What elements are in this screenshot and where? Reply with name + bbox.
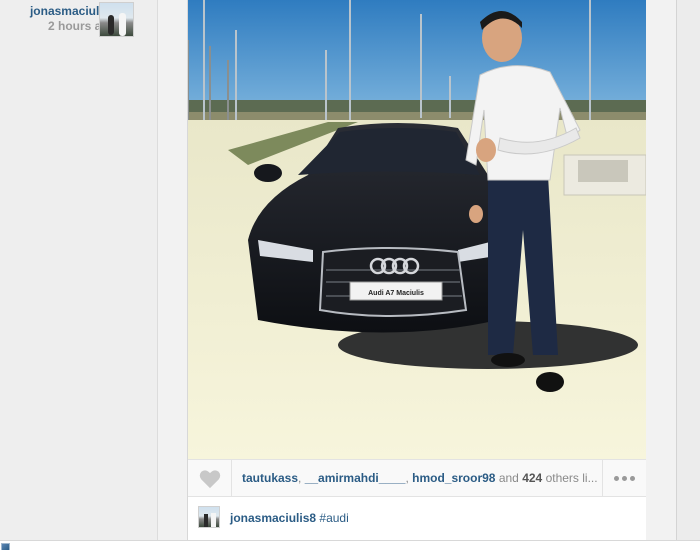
author-avatar[interactable] bbox=[99, 2, 134, 37]
avatar-figure bbox=[211, 513, 216, 527]
bottom-strip bbox=[0, 540, 700, 550]
right-gutter bbox=[646, 0, 676, 540]
caption-row: jonasmaciulis8 #audi bbox=[188, 497, 646, 540]
more-options-button[interactable] bbox=[602, 460, 646, 497]
caption: jonasmaciulis8 #audi bbox=[230, 511, 349, 525]
image-icon bbox=[1, 543, 10, 550]
more-options-icon bbox=[614, 476, 619, 481]
post-photo[interactable]: Audi A7 Maciulis bbox=[188, 0, 646, 459]
liker-link[interactable]: tautukass bbox=[242, 471, 298, 485]
like-button[interactable] bbox=[188, 460, 232, 497]
post-card: Audi A7 Maciulis tautukass, __amirmahdi_… bbox=[187, 0, 646, 540]
likes-summary: tautukass, __amirmahdi____, hmod_sroor98… bbox=[242, 471, 598, 485]
avatar-figure bbox=[119, 13, 126, 36]
avatar-figure bbox=[108, 15, 114, 35]
post-meta-column: jonasmaciulis8 2 hours ago bbox=[0, 0, 158, 540]
more-options-icon bbox=[630, 476, 635, 481]
column-divider bbox=[157, 0, 158, 540]
license-plate-text: Audi A7 Maciulis bbox=[368, 290, 424, 297]
scrollbar-track[interactable] bbox=[676, 0, 700, 540]
caption-hashtag-link[interactable]: #audi bbox=[319, 511, 348, 525]
likes-count[interactable]: 424 bbox=[522, 471, 542, 485]
heart-icon bbox=[199, 469, 220, 488]
caption-username-link[interactable]: jonasmaciulis8 bbox=[230, 511, 316, 525]
likes-bar: tautukass, __amirmahdi____, hmod_sroor98… bbox=[188, 459, 646, 497]
likes-others[interactable]: others li... bbox=[546, 471, 598, 485]
photo-illustration: Audi A7 Maciulis bbox=[188, 0, 646, 459]
liker-link[interactable]: __amirmahdi____ bbox=[305, 471, 406, 485]
caption-avatar[interactable] bbox=[198, 506, 220, 528]
avatar-figure bbox=[204, 514, 208, 527]
more-options-icon bbox=[622, 476, 627, 481]
likes-and: and bbox=[498, 471, 519, 485]
liker-link[interactable]: hmod_sroor98 bbox=[412, 471, 495, 485]
